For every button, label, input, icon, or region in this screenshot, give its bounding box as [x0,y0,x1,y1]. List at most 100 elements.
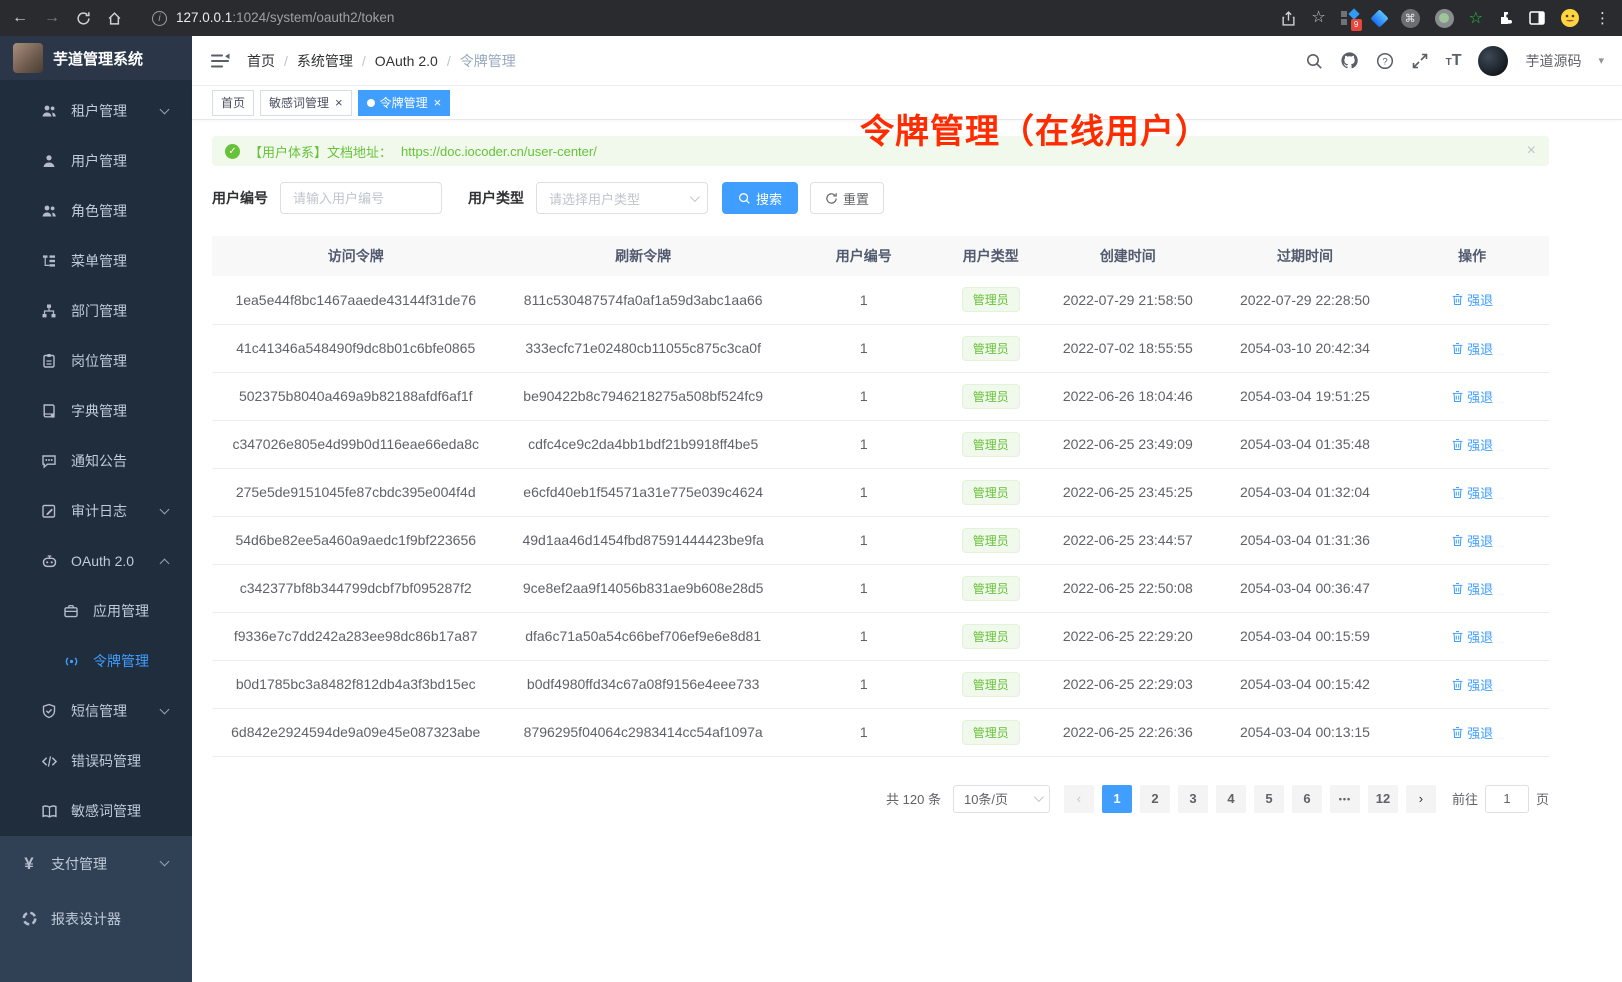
chevron-down-icon[interactable]: ▾ [1598,54,1604,67]
force-logout-button[interactable]: 强退 [1451,483,1493,502]
record-extension-icon[interactable] [1435,9,1454,28]
font-size-icon[interactable]: TT [1446,52,1462,70]
goto-page-input[interactable] [1485,785,1529,813]
home-icon[interactable] [107,11,122,26]
force-logout-button[interactable]: 强退 [1451,387,1493,406]
badge-icon [40,352,58,370]
extension-grid-icon[interactable]: 9 [1341,10,1358,27]
next-page-button[interactable]: › [1406,785,1436,813]
cell-action: 强退 [1395,420,1549,468]
hamburger-icon[interactable] [210,52,230,70]
sidebar-item-dict[interactable]: 字典管理 [0,386,192,436]
breadcrumb-item[interactable]: 首页 [247,51,275,71]
cell-expire-time: 2054-03-04 01:35:48 [1215,420,1395,468]
force-logout-label: 强退 [1467,723,1493,742]
address-bar[interactable]: i 127.0.0.1:1024/system/oauth2/token [152,9,1265,27]
doc-link[interactable]: https://doc.iocoder.cn/user-center/ [401,144,597,159]
sidebar-item-user[interactable]: 用户管理 [0,136,192,186]
tab-sensitive-word[interactable]: 敏感词管理× [260,90,352,116]
sidebar-item-dept[interactable]: 部门管理 [0,286,192,336]
browser-menu-icon[interactable]: ⋮ [1595,9,1610,27]
force-logout-button[interactable]: 强退 [1451,290,1493,309]
prev-page-button[interactable]: ‹ [1064,785,1094,813]
sidebar-item-post[interactable]: 岗位管理 [0,336,192,386]
sidebar-item-notice[interactable]: 通知公告 [0,436,192,486]
user-name[interactable]: 芋道源码 [1525,51,1581,71]
user-avatar[interactable] [1478,46,1508,76]
sidebar-item-tenant[interactable]: 租户管理 [0,86,192,136]
cell-expire-time: 2054-03-10 20:42:34 [1215,324,1395,372]
tab-home[interactable]: 首页 [212,90,254,116]
force-logout-button[interactable]: 强退 [1451,723,1493,742]
cell-refresh-token: 8796295f04064c2983414cc54af1097a [499,708,786,756]
sidebar-item-pay[interactable]: ¥支付管理 [0,836,192,891]
page-size-value: 10条/页 [964,789,1008,808]
star-extension-icon[interactable]: ☆ [1469,8,1483,28]
table-row: 1ea5e44f8bc1467aaede43144f31de76811c5304… [212,276,1549,324]
sidebar-item-oauth2-token[interactable]: 令牌管理 [0,636,192,686]
table-row: b0d1785bc3a8482f812db4a3f3bd15ecb0df4980… [212,660,1549,708]
back-icon[interactable]: ← [12,10,28,26]
sidebar-item-oauth2-app[interactable]: 应用管理 [0,586,192,636]
reload-icon[interactable] [76,11,91,26]
bookmark-star-icon[interactable]: ☆ [1311,10,1325,26]
github-icon[interactable] [1340,51,1359,70]
goto-label: 前往 [1452,789,1478,808]
page-button-12[interactable]: 12 [1368,785,1398,813]
force-logout-button[interactable]: 强退 [1451,339,1493,358]
sidebar-item-sensitive-word[interactable]: 敏感词管理 [0,786,192,836]
search-button[interactable]: 搜索 [722,182,798,214]
cell-access-token: 54d6be82ee5a460a9aedc1f9bf223656 [212,516,499,564]
force-logout-button[interactable]: 强退 [1451,627,1493,646]
pager-more[interactable]: ••• [1330,785,1360,813]
force-logout-button[interactable]: 强退 [1451,531,1493,550]
page-button-5[interactable]: 5 [1254,785,1284,813]
table-row: 275e5de9151045fe87cbdc395e004f4de6cfd40e… [212,468,1549,516]
menu-tree-icon [40,252,58,270]
page-info-icon[interactable]: i [152,11,167,26]
gem-extension-icon[interactable] [1370,9,1388,27]
page-button-1[interactable]: 1 [1102,785,1132,813]
user-type-select[interactable]: 请选择用户类型 [536,182,708,214]
profile-avatar-icon[interactable] [1560,8,1580,28]
page-button-2[interactable]: 2 [1140,785,1170,813]
sidebar-item-label: 令牌管理 [93,651,149,671]
tab-oauth2-token[interactable]: 令牌管理× [358,90,451,116]
breadcrumb-item[interactable]: OAuth 2.0 [375,53,438,69]
page-button-4[interactable]: 4 [1216,785,1246,813]
side-panel-icon[interactable] [1529,11,1545,25]
sidebar-item-sms[interactable]: 短信管理 [0,686,192,736]
sidebar-item-oauth2[interactable]: OAuth 2.0 [0,536,192,586]
cell-user-id: 1 [787,516,941,564]
help-icon[interactable]: ? [1376,52,1394,70]
user-type-badge: 管理员 [962,528,1020,553]
app-logo[interactable]: 芋道管理系统 [0,36,192,80]
puzzle-extensions-icon[interactable] [1498,10,1514,26]
search-icon[interactable] [1305,52,1323,70]
sidebar-item-label: 岗位管理 [71,351,127,371]
command-extension-icon[interactable]: ⌘ [1401,9,1420,28]
page-button-6[interactable]: 6 [1292,785,1322,813]
cell-action: 强退 [1395,660,1549,708]
forward-icon[interactable]: → [44,10,60,26]
force-logout-button[interactable]: 强退 [1451,435,1493,454]
sidebar-item-audit-log[interactable]: 审计日志 [0,486,192,536]
share-icon[interactable] [1281,11,1296,26]
breadcrumb-item[interactable]: 系统管理 [297,51,353,71]
fullscreen-icon[interactable] [1411,52,1429,70]
reset-button[interactable]: 重置 [810,182,884,214]
force-logout-button[interactable]: 强退 [1451,579,1493,598]
navbar: 首页/系统管理/OAuth 2.0/令牌管理 ? TT [192,36,1622,86]
sidebar-item-role[interactable]: 角色管理 [0,186,192,236]
close-icon[interactable]: × [335,96,343,109]
sidebar-item-menu[interactable]: 菜单管理 [0,236,192,286]
page-button-3[interactable]: 3 [1178,785,1208,813]
sidebar-item-label: 审计日志 [71,501,127,521]
sidebar-item-report[interactable]: 报表设计器 [0,891,192,946]
user-id-input[interactable] [280,182,442,214]
alert-close-icon[interactable]: × [1527,142,1536,160]
force-logout-button[interactable]: 强退 [1451,675,1493,694]
page-size-select[interactable]: 10条/页 [953,785,1050,813]
close-icon[interactable]: × [434,96,442,109]
sidebar-item-error-code[interactable]: 错误码管理 [0,736,192,786]
